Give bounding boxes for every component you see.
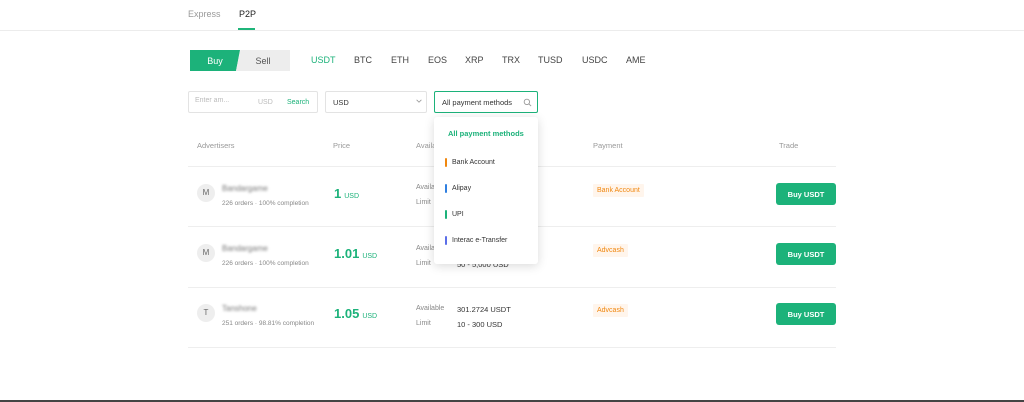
amount-unit-label: USD xyxy=(258,99,273,106)
coin-tab-tusd[interactable]: TUSD xyxy=(538,55,563,65)
color-bar xyxy=(445,158,447,167)
avatar: M xyxy=(197,244,215,262)
price-currency: USD xyxy=(362,313,378,320)
color-bar xyxy=(445,236,447,245)
limit-label: Limit xyxy=(416,260,431,267)
dropdown-item-label: Alipay xyxy=(452,185,472,192)
row-divider xyxy=(188,347,836,348)
payment-tag: Advcash xyxy=(593,244,628,257)
advertiser-name[interactable]: Tanshone xyxy=(222,304,257,313)
coin-tab-eth[interactable]: ETH xyxy=(391,55,409,65)
limit-label: Limit xyxy=(416,320,431,327)
payment-method-dropdown: All payment methods Bank Account Alipay … xyxy=(434,117,538,264)
color-bar xyxy=(445,184,447,193)
dropdown-item-label: Bank Account xyxy=(452,159,495,166)
limit-value: 10 - 300 USD xyxy=(457,320,503,329)
currency-select[interactable]: USD xyxy=(325,91,427,113)
header-price: Price xyxy=(333,141,351,150)
price-currency: USD xyxy=(344,193,360,200)
price-value: 1.05 USD xyxy=(334,306,378,321)
avatar: T xyxy=(197,304,215,322)
buy-usdt-button[interactable]: Buy USDT xyxy=(776,303,836,325)
buy-usdt-button[interactable]: Buy USDT xyxy=(776,183,836,205)
price-currency: USD xyxy=(362,253,378,260)
sell-button[interactable]: Sell xyxy=(236,50,290,71)
amount-search-button[interactable]: Search xyxy=(287,99,309,106)
payment-tag: Advcash xyxy=(593,304,628,317)
price-value: 1.01 USD xyxy=(334,246,378,261)
color-bar xyxy=(445,210,447,219)
advertiser-name[interactable]: Bandargame xyxy=(222,184,268,193)
row-divider xyxy=(188,287,836,288)
coin-tab-trx[interactable]: TRX xyxy=(502,55,520,65)
dropdown-item-label: UPI xyxy=(452,211,464,218)
dropdown-item-upi[interactable]: UPI xyxy=(434,206,538,226)
currency-value: USD xyxy=(333,98,349,107)
advertiser-stats: 251 orders · 98.81% completion xyxy=(222,320,315,327)
advertiser-stats: 226 orders · 100% completion xyxy=(222,200,309,207)
buy-button[interactable]: Buy xyxy=(190,50,240,71)
payment-tag: Bank Account xyxy=(593,184,644,197)
avatar: M xyxy=(197,184,215,202)
dropdown-item-bank-account[interactable]: Bank Account xyxy=(434,154,538,174)
header-advertisers: Advertisers xyxy=(197,141,235,150)
tab-express[interactable]: Express xyxy=(188,9,221,19)
advertiser-stats: 226 orders · 100% completion xyxy=(222,260,309,267)
dropdown-item-alipay[interactable]: Alipay xyxy=(434,180,538,200)
coin-tab-xrp[interactable]: XRP xyxy=(465,55,484,65)
dropdown-item-label: Interac e-Transfer xyxy=(452,237,508,244)
available-value: 301.2724 USDT xyxy=(457,305,511,314)
available-label: Available xyxy=(416,305,445,312)
buy-sell-toggle: Buy Sell xyxy=(190,50,290,71)
header-trade: Trade xyxy=(779,141,799,150)
amount-filter: USD Search xyxy=(188,91,318,113)
search-icon xyxy=(523,98,532,107)
advertiser-name[interactable]: Bandargame xyxy=(222,244,268,253)
dropdown-item-interac-e-transfer[interactable]: Interac e-Transfer xyxy=(434,232,538,252)
header-payment: Payment xyxy=(593,141,623,150)
active-tab-indicator xyxy=(238,28,255,30)
price-value: 1 USD xyxy=(334,186,360,201)
top-tab-bar: Express P2P xyxy=(0,0,1024,31)
chevron-down-icon xyxy=(416,99,422,103)
payment-method-value: All payment methods xyxy=(442,98,513,107)
coin-tab-ame[interactable]: AME xyxy=(626,55,646,65)
coin-tab-btc[interactable]: BTC xyxy=(354,55,372,65)
tab-p2p[interactable]: P2P xyxy=(239,9,256,19)
coin-tab-eos[interactable]: EOS xyxy=(428,55,447,65)
amount-input[interactable] xyxy=(195,97,255,104)
dropdown-item-all-payment-methods[interactable]: All payment methods xyxy=(448,129,524,138)
buy-usdt-button[interactable]: Buy USDT xyxy=(776,243,836,265)
payment-method-select[interactable]: All payment methods xyxy=(434,91,538,113)
coin-tab-usdt[interactable]: USDT xyxy=(311,55,336,65)
coin-tab-usdc[interactable]: USDC xyxy=(582,55,608,65)
limit-label: Limit xyxy=(416,199,431,206)
